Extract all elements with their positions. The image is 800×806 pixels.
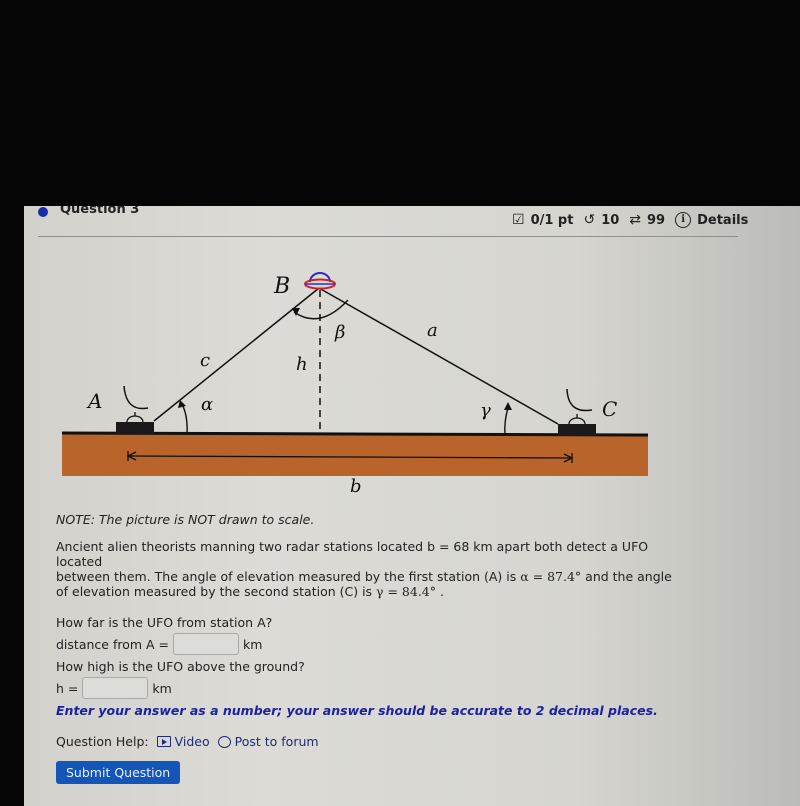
problem-line-2-end: and the angle: [581, 569, 672, 584]
triangle-diagram: B A C c a h β α γ b: [61, 272, 649, 496]
label-a: a: [427, 320, 438, 341]
radar-dish-c-icon: [566, 388, 593, 412]
gamma-expression: γ = 84.4°: [376, 584, 437, 599]
video-link[interactable]: Video: [156, 734, 210, 749]
question-2-text: How high is the UFO above the ground?: [56, 658, 305, 674]
label-b: b: [350, 476, 362, 496]
question-header: Question 3 ☑ 0/1 pt ↺ 10 ⇄ 99 i Details: [24, 206, 800, 237]
question-title: Question 3: [60, 206, 140, 217]
forum-link-label: Post to forum: [234, 734, 319, 749]
details-link[interactable]: Details: [697, 213, 748, 228]
question-panel: Question 3 ☑ 0/1 pt ↺ 10 ⇄ 99 i Details: [24, 206, 800, 806]
question-body: NOTE: The picture is NOT drawn to scale.…: [56, 512, 696, 784]
height-label: h =: [56, 680, 79, 696]
problem-line-1: Ancient alien theorists manning two rada…: [56, 539, 649, 569]
problem-line-3: of elevation measured by the second stat…: [56, 584, 377, 599]
station-a-mount: [126, 415, 144, 423]
station-c-base: [558, 424, 596, 436]
gamma-arrow: [504, 402, 512, 410]
side-a: [318, 287, 559, 425]
repeat-icon: ⇄: [629, 212, 642, 228]
problem-line-2: between them. The angle of elevation mea…: [56, 569, 521, 584]
height-input[interactable]: [82, 677, 149, 699]
header-divider: [38, 236, 738, 237]
submit-question-button[interactable]: Submit Question: [56, 761, 181, 784]
question-status-dot: [38, 207, 48, 217]
side-c: [153, 287, 320, 422]
label-c: c: [200, 350, 210, 371]
answer-hint: Enter your answer as a number; your answ…: [56, 703, 658, 718]
retry-icon: ↺: [583, 212, 596, 228]
height-unit: km: [152, 680, 172, 696]
label-gamma: γ: [480, 400, 491, 421]
chat-bubble-icon: [217, 735, 231, 748]
points-value: 0/1 pt: [530, 212, 574, 228]
beta-arc: [293, 299, 349, 320]
question-help: Question Help: Video Post to forum: [56, 734, 696, 749]
distance-unit: km: [243, 636, 263, 652]
label-beta: β: [334, 322, 345, 343]
label-B: B: [273, 274, 290, 299]
problem-statement: Ancient alien theorists manning two rada…: [56, 539, 696, 599]
radar-dish-a-icon: [123, 385, 149, 410]
label-h: h: [296, 354, 308, 375]
forum-link[interactable]: Post to forum: [217, 734, 319, 749]
retries-value: 10: [601, 212, 620, 228]
problem-line-3-end: .: [436, 584, 444, 599]
note-text: NOTE: The picture is NOT drawn to scale.: [56, 512, 315, 527]
question-meta: ☑ 0/1 pt ↺ 10 ⇄ 99 i Details: [512, 212, 748, 228]
attempts-value: 99: [647, 212, 666, 228]
alpha-expression: α = 87.4°: [520, 569, 582, 584]
checkbox-icon: ☑: [512, 212, 525, 228]
label-C: C: [602, 397, 617, 421]
gamma-arc: [504, 407, 509, 436]
question-1-text: How far is the UFO from station A?: [56, 614, 273, 630]
video-icon: [156, 736, 171, 747]
distance-input[interactable]: [173, 633, 240, 655]
info-icon[interactable]: i: [675, 212, 692, 228]
distance-row: distance from A = km: [56, 633, 696, 655]
help-label: Question Help:: [56, 734, 149, 749]
distance-label: distance from A =: [56, 636, 170, 652]
ground: [62, 434, 648, 476]
label-alpha: α: [201, 394, 213, 415]
station-c-mount: [568, 417, 586, 425]
video-link-label: Video: [174, 734, 210, 749]
label-A: A: [86, 389, 102, 413]
height-row: h = km: [56, 677, 696, 699]
station-a-base: [116, 422, 154, 434]
alpha-arc: [181, 403, 188, 435]
